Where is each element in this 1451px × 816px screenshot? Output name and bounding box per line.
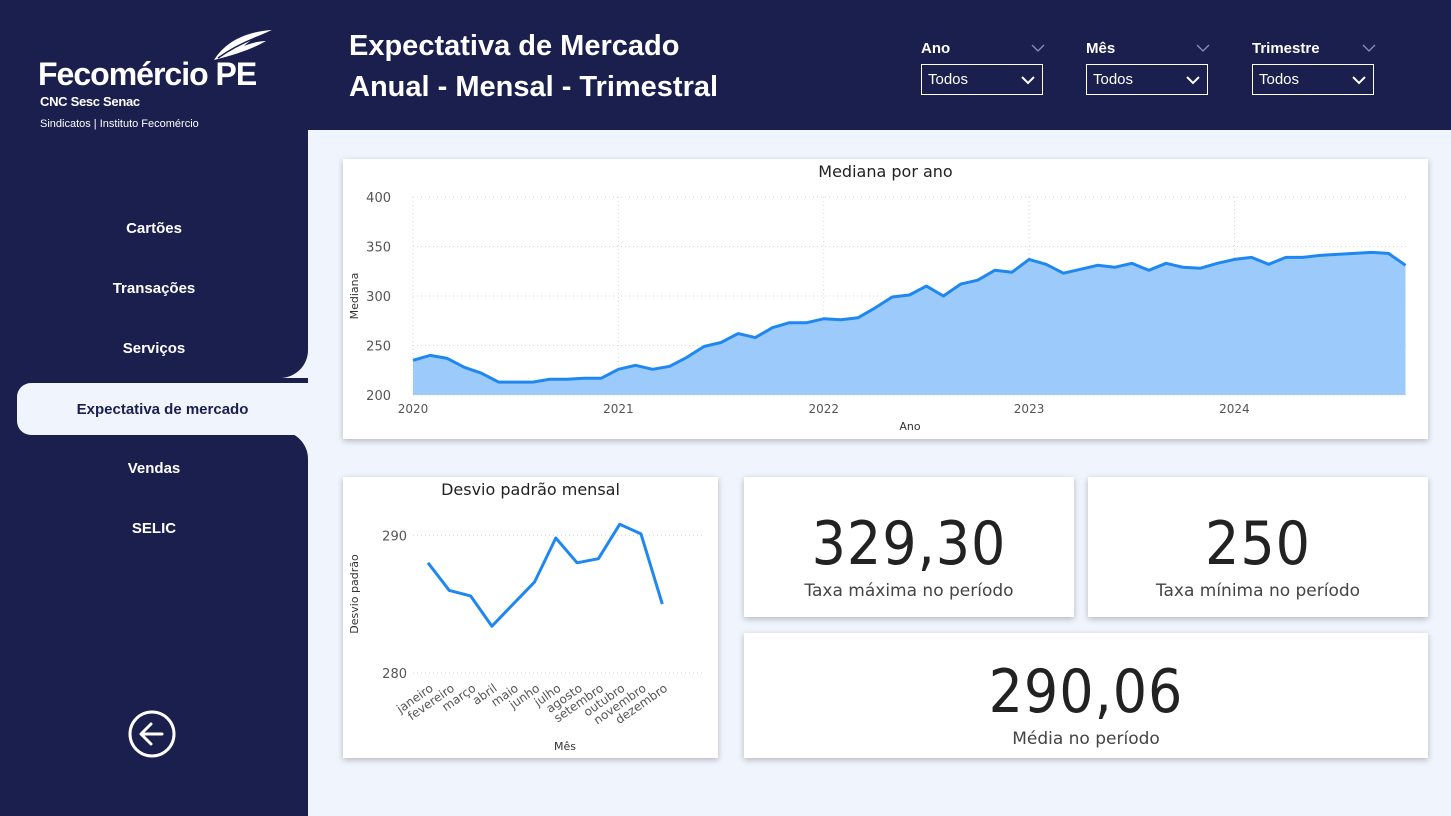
filter-ano-select[interactable]: Todos bbox=[921, 64, 1043, 95]
y-axis-label: Mediana bbox=[348, 273, 361, 320]
filter-value: Todos bbox=[1093, 71, 1134, 88]
chevron-down-icon bbox=[1186, 75, 1200, 84]
x-axis-label: Mês bbox=[554, 740, 576, 753]
nav-item-selic[interactable]: SELIC bbox=[0, 498, 308, 558]
y-tick-label: 400 bbox=[366, 191, 391, 206]
chevron-down-icon[interactable] bbox=[1031, 41, 1045, 55]
y-tick-label: 200 bbox=[366, 389, 391, 404]
desvio-line bbox=[426, 522, 664, 628]
sidebar-nav: Cartões Transações Serviços Expectativa … bbox=[0, 198, 308, 558]
x-tick-label: 2023 bbox=[1014, 402, 1045, 416]
x-tick-label: 2021 bbox=[603, 402, 634, 416]
filter-trimestre-select[interactable]: Todos bbox=[1252, 64, 1374, 95]
y-tick-label: 290 bbox=[382, 529, 407, 544]
kpi-min-label: Taxa mínima no período bbox=[1155, 581, 1361, 601]
chevron-down-icon bbox=[1021, 75, 1035, 84]
filter-value: Todos bbox=[928, 71, 969, 88]
x-tick-label: 2024 bbox=[1219, 402, 1250, 416]
brand-name: Fecomércio PE bbox=[38, 56, 257, 92]
y-tick-label: 280 bbox=[382, 667, 407, 682]
x-axis-label: Ano bbox=[899, 420, 920, 433]
mediana-area-fill bbox=[413, 252, 1406, 395]
y-tick-label: 350 bbox=[366, 241, 391, 256]
nav-item-label: SELIC bbox=[131, 519, 177, 537]
back-button[interactable] bbox=[128, 710, 176, 758]
nav-item-label: Transações bbox=[112, 279, 196, 297]
chevron-down-icon bbox=[1352, 75, 1366, 84]
desvio-line-chart: 280290janeirofevereiromarçoabrilmaiojunh… bbox=[348, 522, 705, 753]
y-tick-label: 250 bbox=[366, 340, 391, 355]
nav-item-label: Serviços bbox=[122, 339, 186, 357]
nav-item-cartoes[interactable]: Cartões bbox=[0, 198, 308, 258]
kpi-mean-value: 290,06 bbox=[988, 657, 1184, 727]
desvio-chart-card[interactable]: Desvio padrão mensal 280 290 janeiro fevere… bbox=[343, 477, 718, 758]
filter-label: Trimestre bbox=[1252, 39, 1320, 57]
mediana-chart-card[interactable]: Mediana por ano 200 250 300 350 400 2020 2021 2… bbox=[343, 159, 1428, 439]
filter-mes-select[interactable]: Todos bbox=[1086, 64, 1208, 95]
page-title-line2: Anual - Mensal - Trimestral bbox=[349, 71, 719, 103]
kpi-max-label: Taxa máxima no período bbox=[804, 581, 1014, 601]
kpi-max-value: 329,30 bbox=[811, 509, 1007, 579]
filter-mes: Mês Todos bbox=[1086, 36, 1210, 95]
chevron-down-icon[interactable] bbox=[1196, 41, 1210, 55]
kpi-min-value: 250 bbox=[1204, 509, 1311, 579]
kpi-card-min[interactable]: 250 Taxa mínima no período bbox=[1088, 477, 1428, 617]
y-tick-label: 300 bbox=[366, 290, 391, 305]
fecomercio-logo: Fecomércio PE CNC Sesc Senac Sindicatos … bbox=[38, 28, 288, 138]
page-title-line1: Expectativa de Mercado bbox=[349, 30, 680, 62]
nav-item-label: Vendas bbox=[127, 459, 181, 477]
mediana-area-chart: 200 250 300 350 400 2020 2021 2022 2023 2024 Ano Me… bbox=[348, 191, 1409, 433]
x-tick-label: 2020 bbox=[398, 402, 429, 416]
kpi-mean-label: Média no período bbox=[1012, 729, 1160, 749]
filter-ano: Ano Todos bbox=[921, 36, 1045, 95]
nav-item-label: Expectativa de mercado bbox=[76, 400, 249, 418]
nav-item-expectativa-de-mercado[interactable]: Expectativa de mercado bbox=[17, 383, 308, 435]
nav-item-transacoes[interactable]: Transações bbox=[0, 258, 308, 318]
nav-item-label: Cartões bbox=[126, 219, 182, 237]
nav-item-servicos[interactable]: Serviços bbox=[0, 318, 308, 378]
kpi-card-mean[interactable]: 290,06 Média no período bbox=[744, 633, 1428, 758]
filter-trimestre: Trimestre Todos bbox=[1252, 36, 1376, 95]
partner-brands: CNC Sesc Senac bbox=[40, 94, 140, 109]
chevron-down-icon[interactable] bbox=[1362, 41, 1376, 55]
nav-item-vendas[interactable]: Vendas bbox=[0, 438, 308, 498]
filter-label: Mês bbox=[1086, 39, 1116, 57]
filter-value: Todos bbox=[1259, 71, 1300, 88]
kpi-card-max[interactable]: 329,30 Taxa máxima no período bbox=[744, 477, 1074, 617]
filter-label: Ano bbox=[921, 39, 951, 57]
page-title: Expectativa de Mercado Anual - Mensal - … bbox=[349, 26, 718, 108]
logo-subtitle: Sindicatos | Instituto Fecomércio bbox=[40, 118, 199, 130]
x-tick-label: 2022 bbox=[808, 402, 839, 416]
arrow-left-circle-icon bbox=[128, 710, 176, 758]
y-axis-label: Desvio padrão bbox=[348, 554, 361, 634]
